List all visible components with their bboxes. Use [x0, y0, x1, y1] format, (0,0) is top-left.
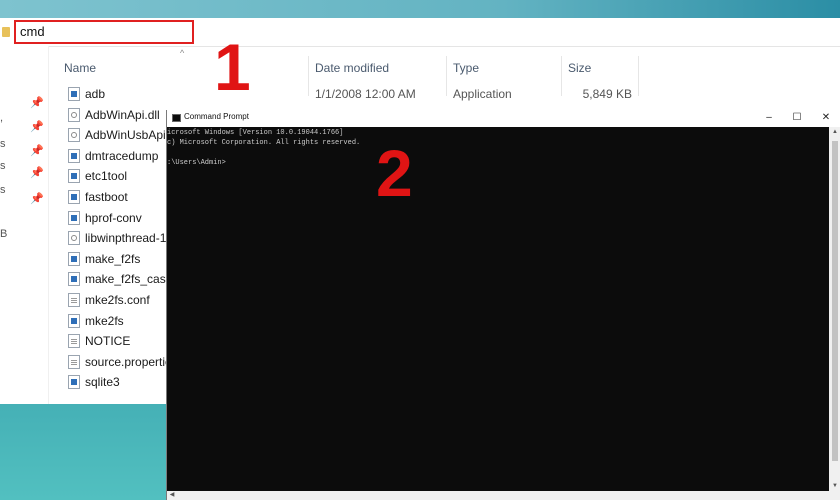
scroll-down-icon[interactable]: ▼ [829, 481, 840, 491]
column-header-size[interactable]: Size [568, 54, 591, 82]
file-name: hprof-conv [85, 211, 142, 225]
scrollbar-thumb[interactable] [832, 141, 838, 461]
console-line: c) Microsoft Corporation. All rights res… [167, 139, 361, 147]
file-name: adb [85, 87, 106, 101]
file-name: AdbWinUsbApi. [85, 128, 170, 142]
exe-icon [68, 211, 80, 225]
cmd-titlebar[interactable]: Command Prompt – ☐ ✕ [167, 110, 840, 127]
dll-icon [68, 128, 80, 142]
navigation-pane: , s s s B 📌 📌 📌 📌 📌 [0, 46, 49, 404]
exe-icon [68, 375, 80, 389]
close-button[interactable]: ✕ [811, 110, 840, 127]
txt-icon [68, 293, 80, 307]
file-name: mke2fs.conf [85, 293, 150, 307]
desktop-background [0, 0, 840, 18]
pin-icon[interactable]: 📌 [30, 144, 44, 157]
exe-icon [68, 149, 80, 163]
txt-icon [68, 355, 80, 369]
file-size: 5,849 KB [582, 87, 632, 101]
file-name: make_f2fs [85, 252, 141, 266]
exe-icon [68, 272, 80, 286]
console-line: icrosoft Windows [Version 10.0.19044.176… [167, 129, 344, 137]
file-name: dmtracedump [85, 149, 159, 163]
folder-icon [2, 27, 10, 37]
file-name: mke2fs [85, 314, 124, 328]
cmd-window-title: Command Prompt [184, 112, 249, 121]
cmd-icon [172, 114, 181, 122]
file-name: source.propertie [85, 355, 172, 369]
column-header-name[interactable]: Name [64, 54, 96, 82]
nav-item-fragment[interactable]: B [0, 228, 7, 240]
nav-item-fragment[interactable]: s [0, 184, 6, 196]
nav-item-fragment[interactable]: s [0, 138, 6, 150]
nav-item-fragment[interactable]: s [0, 160, 6, 172]
file-name: NOTICE [85, 334, 131, 348]
file-row[interactable]: adb 1/1/2008 12:00 AM Application 5,849 KB [64, 84, 664, 104]
exe-icon [68, 87, 80, 101]
dll-icon [68, 231, 80, 245]
column-header-type[interactable]: Type [453, 54, 479, 82]
exe-icon [68, 169, 80, 183]
scroll-up-icon[interactable]: ▲ [829, 127, 840, 137]
address-input[interactable]: cmd [14, 20, 194, 44]
file-date-modified: 1/1/2008 12:00 AM [315, 87, 416, 101]
step-1-callout: 1 [214, 30, 251, 104]
pin-icon[interactable]: 📌 [30, 96, 44, 109]
dll-icon [68, 108, 80, 122]
txt-icon [68, 334, 80, 348]
vertical-scrollbar[interactable]: ▲ ▼ [829, 127, 840, 491]
maximize-button[interactable]: ☐ [782, 110, 812, 127]
file-name: libwinpthread-1 [85, 231, 167, 245]
pin-icon[interactable]: 📌 [30, 120, 44, 133]
file-name: fastboot [85, 190, 128, 204]
minimize-button[interactable]: – [754, 110, 784, 127]
file-name: AdbWinApi.dll [85, 108, 160, 122]
horizontal-scrollbar[interactable]: ◀ [167, 491, 840, 500]
sort-ascending-icon: ^ [180, 48, 185, 58]
scroll-left-icon[interactable]: ◀ [167, 491, 177, 500]
command-prompt-window: Command Prompt – ☐ ✕ icrosoft Windows [V… [166, 110, 840, 500]
exe-icon [68, 314, 80, 328]
file-type: Application [453, 87, 512, 101]
file-name: make_f2fs_casef [85, 272, 176, 286]
console-prompt-line: :\Users\Admin> [167, 159, 226, 167]
address-bar: cmd [0, 18, 840, 47]
exe-icon [68, 252, 80, 266]
console-output[interactable]: icrosoft Windows [Version 10.0.19044.176… [167, 127, 829, 491]
column-header-date-modified[interactable]: Date modified [315, 54, 389, 82]
step-2-callout: 2 [376, 136, 413, 210]
pin-icon[interactable]: 📌 [30, 192, 44, 205]
file-name: sqlite3 [85, 375, 120, 389]
pin-icon[interactable]: 📌 [30, 166, 44, 179]
exe-icon [68, 190, 80, 204]
nav-item-fragment[interactable]: , [0, 112, 3, 124]
file-name: etc1tool [85, 169, 128, 183]
